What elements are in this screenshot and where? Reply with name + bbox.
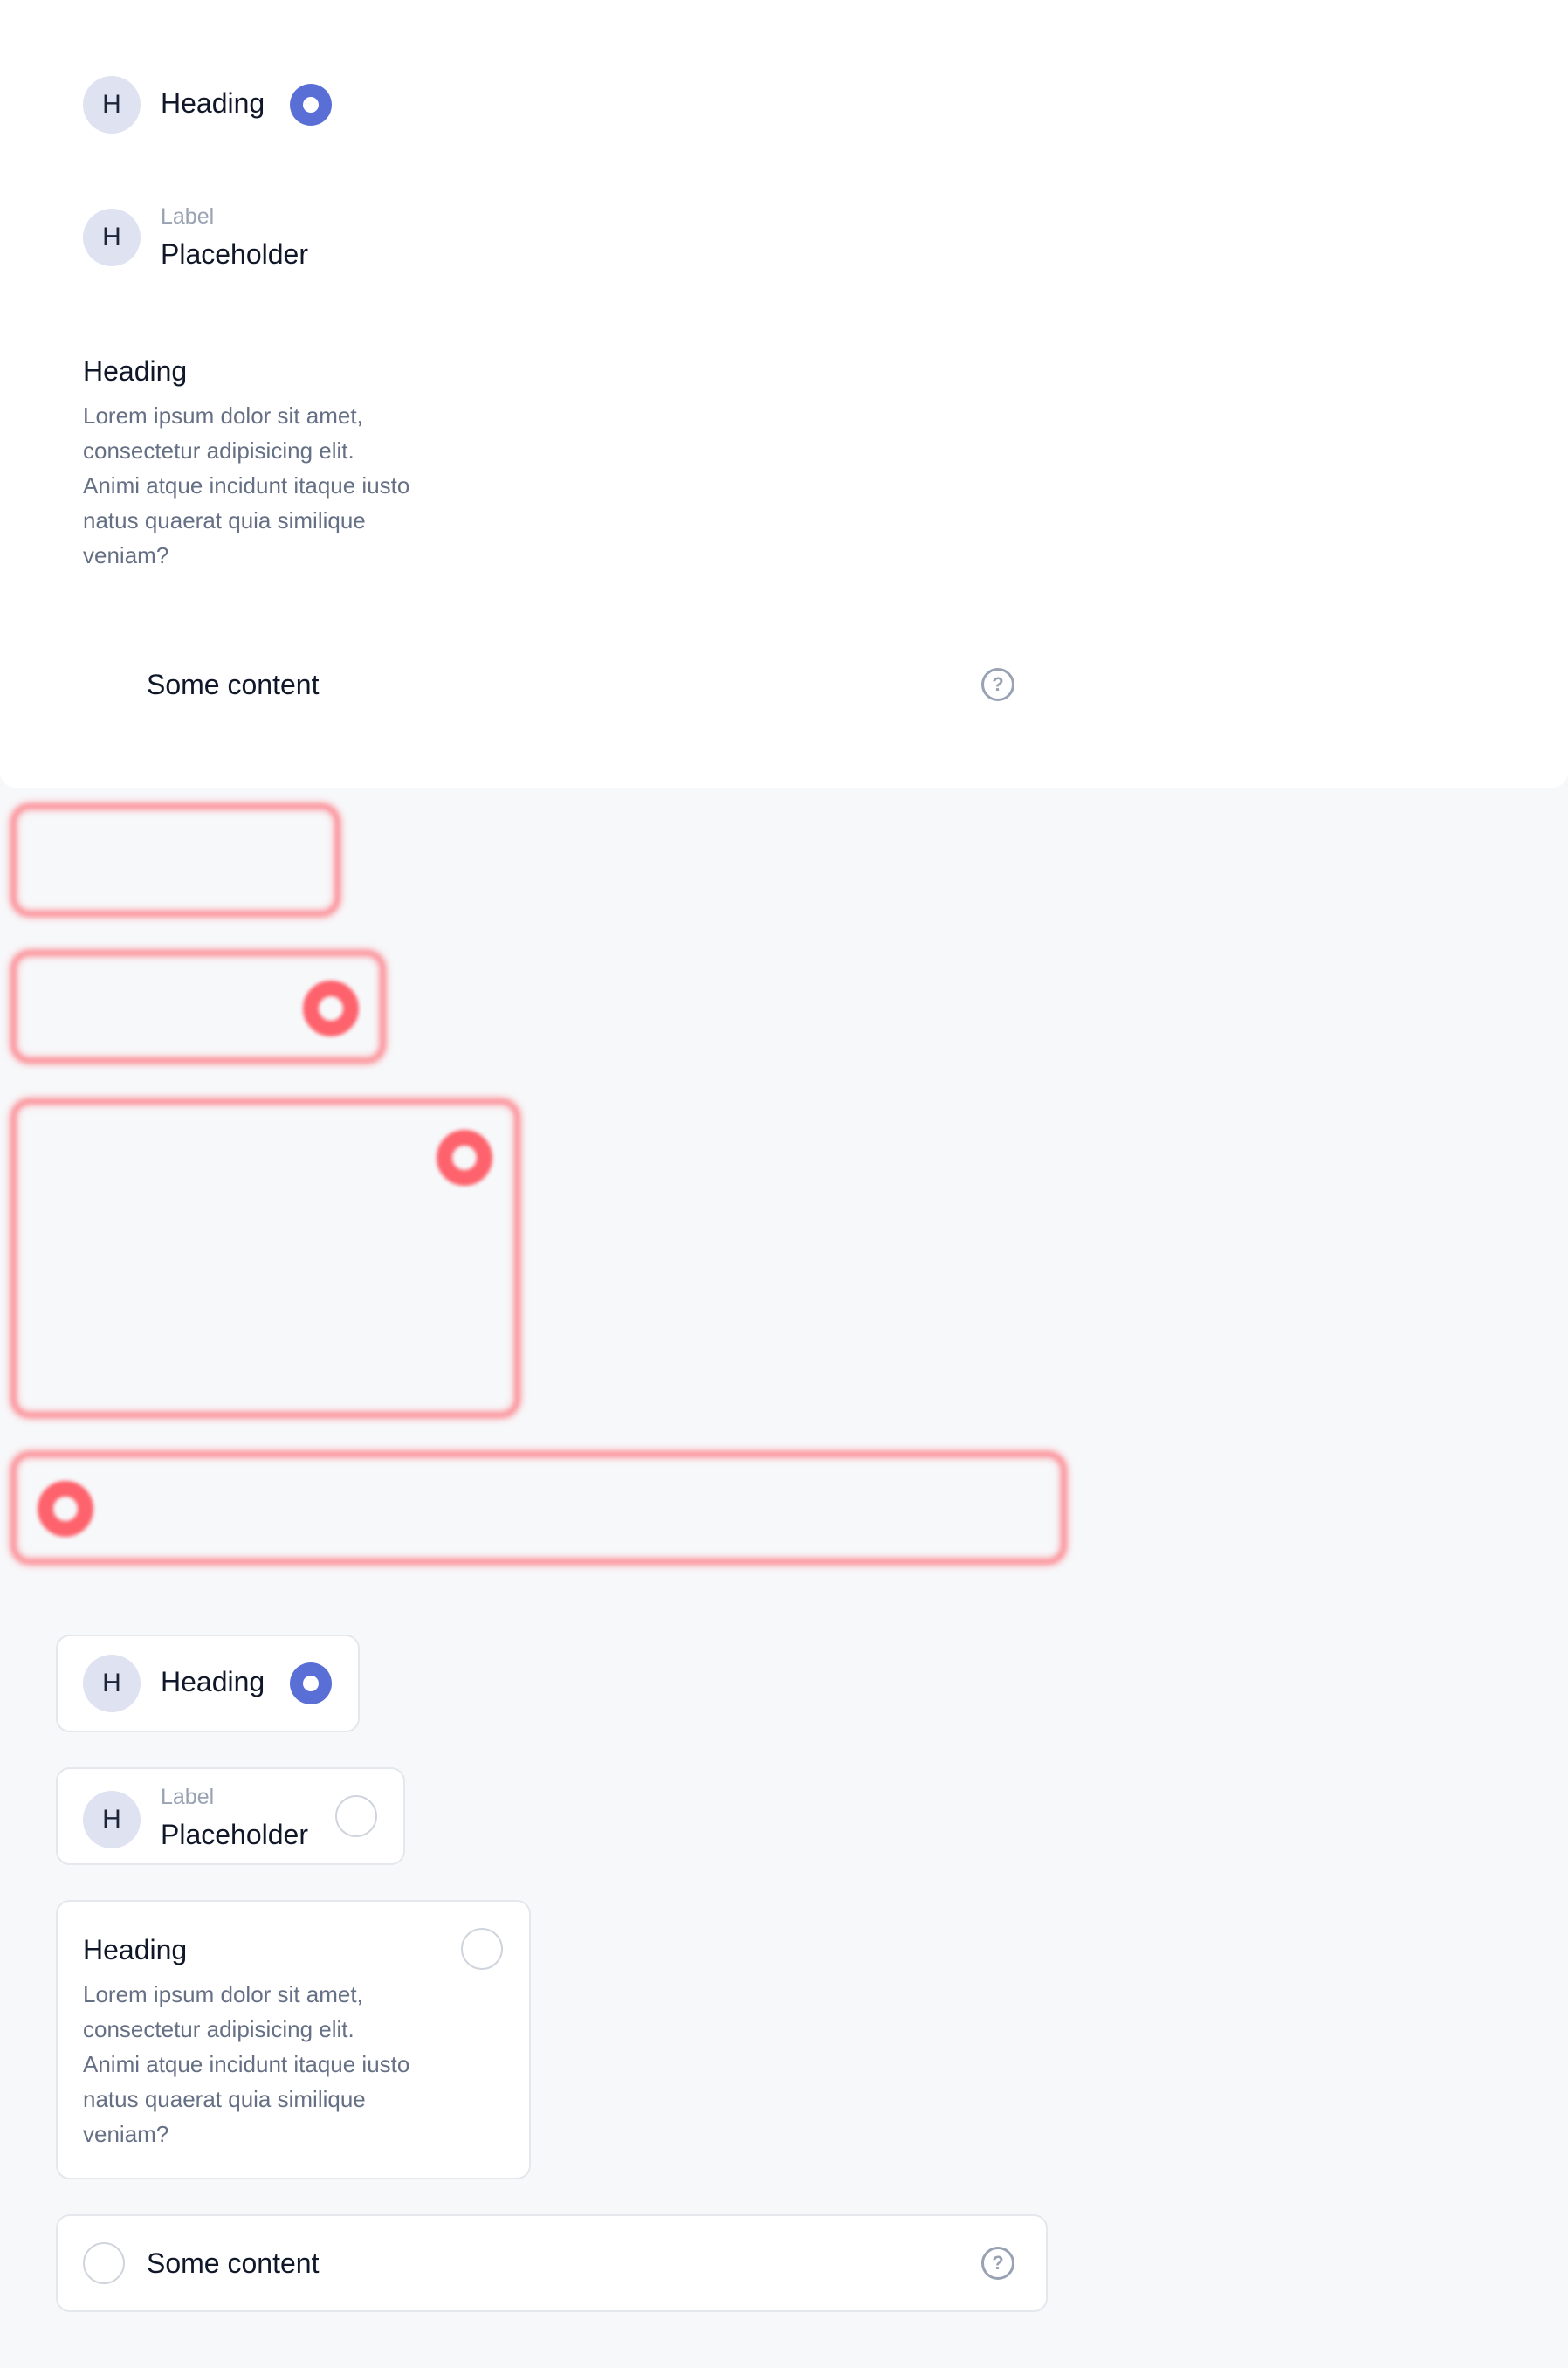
content-row-card[interactable]: Some content ? — [56, 2214, 1048, 2312]
label-card[interactable]: H Label Placeholder — [56, 1767, 405, 1865]
heading-card[interactable]: H Heading — [56, 1635, 360, 1732]
avatar: H — [83, 1655, 141, 1712]
field-label: Label — [161, 1785, 215, 1809]
description-item-title: Heading — [83, 355, 188, 387]
focus-ring-radio — [437, 1130, 492, 1186]
avatar: H — [83, 76, 141, 134]
focus-ring-radio — [303, 981, 359, 1036]
description-item-body: Lorem ipsum dolor sit amet, consectetur … — [83, 1981, 410, 2147]
radio-dot — [303, 1676, 319, 1691]
field-placeholder: Placeholder — [161, 1819, 308, 1850]
radio-unchecked[interactable] — [335, 1795, 377, 1837]
radio-checked[interactable] — [290, 1662, 332, 1704]
focus-ring-radio — [38, 1481, 93, 1537]
plain-variants-panel: H Heading H Label Placeholder Heading Lo… — [0, 0, 1568, 788]
avatar: H — [83, 209, 141, 266]
field-label: Label — [161, 204, 215, 229]
content-row-text: Some content — [147, 669, 320, 700]
focus-ring-heading-item — [10, 803, 340, 917]
field-placeholder: Placeholder — [161, 238, 308, 270]
description-item-title: Heading — [83, 1934, 188, 1965]
radio-checked[interactable] — [290, 84, 332, 126]
radio-unchecked[interactable] — [83, 2242, 125, 2284]
description-card[interactable]: Heading Lorem ipsum dolor sit amet, cons… — [56, 1900, 531, 2179]
content-row-text: Some content — [147, 2248, 320, 2279]
heading-item-title: Heading — [161, 1666, 265, 1697]
description-item-body: Lorem ipsum dolor sit amet, consectetur … — [83, 403, 410, 568]
radio-dot — [303, 97, 319, 113]
heading-item-title: Heading — [161, 87, 265, 119]
radio-unchecked[interactable] — [461, 1928, 503, 1970]
question-circle-icon[interactable]: ? — [981, 668, 1014, 701]
focus-ring-content-row — [10, 1451, 1067, 1565]
question-circle-icon[interactable]: ? — [981, 2247, 1014, 2280]
avatar: H — [83, 1791, 141, 1848]
